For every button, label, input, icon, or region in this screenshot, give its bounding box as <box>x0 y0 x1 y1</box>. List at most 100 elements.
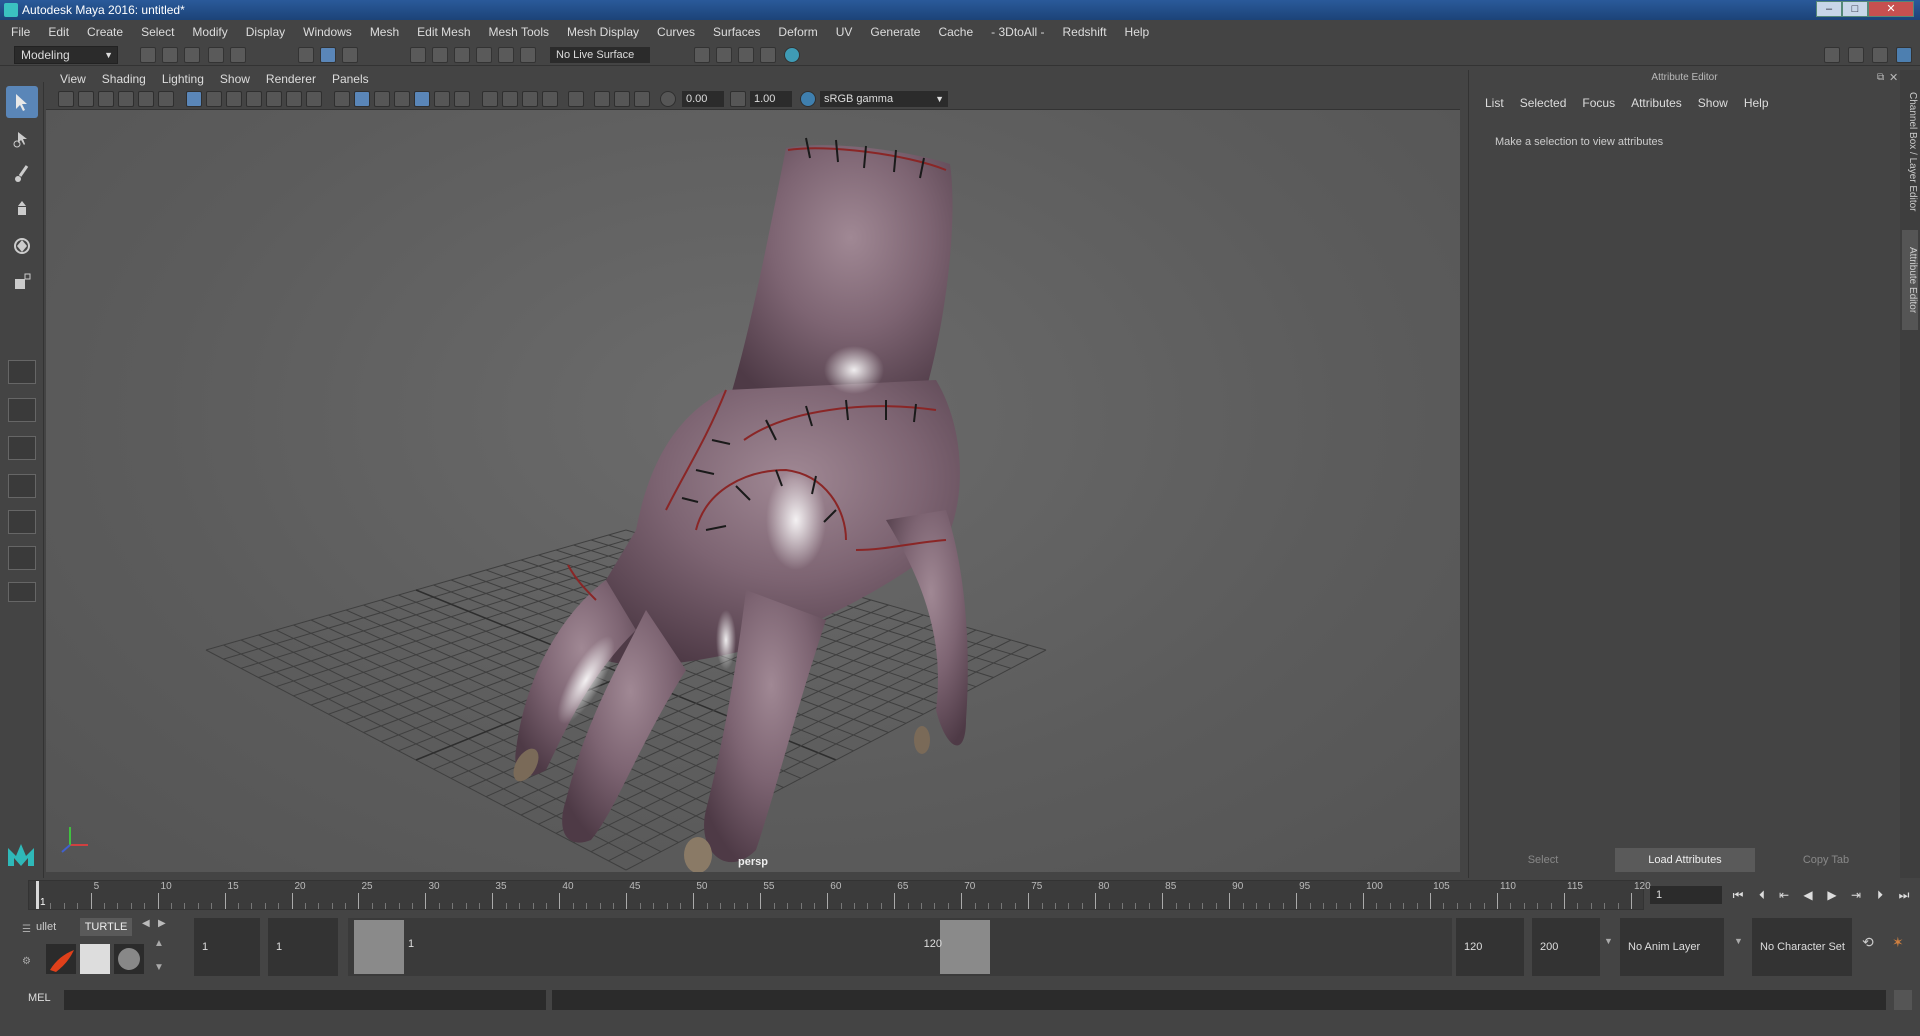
character-set-dropdown[interactable]: No Character Set <box>1752 918 1852 976</box>
menu-mesh-tools[interactable]: Mesh Tools <box>480 20 558 44</box>
vp-menu-shading[interactable]: Shading <box>94 70 154 88</box>
menu-file[interactable]: File <box>2 20 39 44</box>
wireframe-icon[interactable] <box>334 91 350 107</box>
playback-end-field[interactable]: 120 <box>1456 918 1524 976</box>
step-forward-key-icon[interactable]: ⇥ <box>1848 887 1864 903</box>
current-frame-field[interactable]: 1 <box>1650 886 1722 904</box>
select-object-icon[interactable] <box>320 47 336 63</box>
camera-select-icon[interactable] <box>58 91 74 107</box>
minimize-button[interactable]: – <box>1816 1 1842 17</box>
graph-layout-icon[interactable] <box>8 510 36 534</box>
safe-action-icon[interactable] <box>286 91 302 107</box>
vp-menu-panels[interactable]: Panels <box>324 70 377 88</box>
isolate-select-icon[interactable] <box>568 91 584 107</box>
ipr-render-icon[interactable] <box>738 47 754 63</box>
menu-windows[interactable]: Windows <box>294 20 361 44</box>
shelf-menu-icon[interactable]: ☰ <box>22 924 31 935</box>
menu-mesh-display[interactable]: Mesh Display <box>558 20 648 44</box>
outliner-layout-icon[interactable] <box>8 474 36 498</box>
ae-menu-help[interactable]: Help <box>1736 94 1777 112</box>
maximize-button[interactable]: □ <box>1842 1 1868 17</box>
render-frame-icon[interactable] <box>716 47 732 63</box>
menu-mesh[interactable]: Mesh <box>361 20 408 44</box>
film-gate-icon[interactable] <box>206 91 222 107</box>
bookmark-icon[interactable] <box>98 91 114 107</box>
four-view-layout-icon[interactable] <box>8 398 36 422</box>
redo-icon[interactable] <box>230 47 246 63</box>
new-scene-icon[interactable] <box>140 47 156 63</box>
shelf-tab-bullet[interactable]: ullet <box>36 918 76 936</box>
menu-generate[interactable]: Generate <box>861 20 929 44</box>
playback-start-field[interactable]: 1 <box>268 918 338 976</box>
shelf-scroll-up-icon[interactable]: ▲ <box>154 938 164 949</box>
ae-menu-show[interactable]: Show <box>1690 94 1736 112</box>
tool-settings-toggle-icon[interactable] <box>1872 47 1888 63</box>
render-view-icon[interactable] <box>694 47 710 63</box>
animation-prefs-icon[interactable]: ✶ <box>1892 934 1904 951</box>
command-input[interactable] <box>64 990 546 1010</box>
xray-icon[interactable] <box>594 91 610 107</box>
undo-icon[interactable] <box>208 47 224 63</box>
snap-curve-icon[interactable] <box>432 47 448 63</box>
gamma-icon[interactable] <box>730 91 746 107</box>
auto-key-icon[interactable]: ⟲ <box>1862 934 1874 951</box>
play-backwards-icon[interactable]: ◀ <box>1800 887 1816 903</box>
menu-edit-mesh[interactable]: Edit Mesh <box>408 20 479 44</box>
script-editor-icon[interactable] <box>1894 990 1912 1010</box>
snap-grid-icon[interactable] <box>410 47 426 63</box>
tab-channel-box[interactable]: Channel Box / Layer Editor <box>1902 82 1918 222</box>
range-end-handle[interactable] <box>940 920 990 974</box>
ae-menu-selected[interactable]: Selected <box>1512 94 1575 112</box>
menu-uv[interactable]: UV <box>827 20 862 44</box>
select-tool[interactable] <box>6 86 38 118</box>
safe-title-icon[interactable] <box>306 91 322 107</box>
move-tool[interactable] <box>6 194 38 226</box>
time-ruler[interactable]: 1 5 10 15 20 25 30 35 40 45 50 55 60 65 70 75 80 85 90 95 10… <box>28 880 1651 910</box>
hypershade-icon[interactable] <box>784 47 800 63</box>
depth-of-field-icon[interactable] <box>542 91 558 107</box>
vp-menu-renderer[interactable]: Renderer <box>258 70 324 88</box>
channel-box-toggle-icon[interactable] <box>1848 47 1864 63</box>
wireframe-on-shaded-icon[interactable] <box>394 91 410 107</box>
close-button[interactable]: ✕ <box>1868 1 1914 17</box>
play-forwards-icon[interactable]: ▶ <box>1824 887 1840 903</box>
animation-start-field[interactable]: 1 <box>194 918 260 976</box>
two-view-layout-icon[interactable] <box>8 436 36 460</box>
menu-select[interactable]: Select <box>132 20 183 44</box>
grease-pencil-icon[interactable] <box>158 91 174 107</box>
anim-layer-dropdown[interactable]: No Anim Layer <box>1620 918 1724 976</box>
vp-menu-show[interactable]: Show <box>212 70 258 88</box>
screen-space-ao-icon[interactable] <box>482 91 498 107</box>
vp-menu-view[interactable]: View <box>52 70 94 88</box>
menu-display[interactable]: Display <box>237 20 294 44</box>
command-language-label[interactable]: MEL <box>28 992 51 1004</box>
smooth-shade-icon[interactable] <box>354 91 370 107</box>
ae-menu-attributes[interactable]: Attributes <box>1623 94 1690 112</box>
go-to-end-icon[interactable]: ⏭ <box>1896 887 1912 903</box>
2d-pan-icon[interactable] <box>138 91 154 107</box>
menu-deform[interactable]: Deform <box>769 20 826 44</box>
view-transform-dropdown[interactable]: sRGB gamma ▼ <box>820 91 948 107</box>
resolution-gate-icon[interactable] <box>226 91 242 107</box>
lasso-tool[interactable] <box>6 122 38 154</box>
motion-blur-icon[interactable] <box>502 91 518 107</box>
chevron-down-icon[interactable]: ▼ <box>1734 936 1743 946</box>
multisample-aa-icon[interactable] <box>522 91 538 107</box>
select-component-icon[interactable] <box>342 47 358 63</box>
xray-active-icon[interactable] <box>614 91 630 107</box>
range-start-handle[interactable] <box>354 920 404 974</box>
select-button[interactable]: Select <box>1475 848 1611 872</box>
exposure-icon[interactable] <box>660 91 676 107</box>
open-scene-icon[interactable] <box>162 47 178 63</box>
use-all-lights-icon[interactable] <box>434 91 450 107</box>
shelf-settings-icon[interactable]: ⚙ <box>22 956 31 967</box>
time-slider[interactable]: 1 5 10 15 20 25 30 35 40 45 50 55 60 65 70 75 80 85 90 95 10… <box>0 878 1920 914</box>
step-forward-frame-icon[interactable]: ⏵ <box>1872 887 1888 903</box>
grid-toggle-icon[interactable] <box>186 91 202 107</box>
shadows-icon[interactable] <box>454 91 470 107</box>
animation-end-field[interactable]: 200 <box>1532 918 1600 976</box>
layout-collapse-icon[interactable] <box>8 582 36 602</box>
modeling-toolkit-icon[interactable] <box>1824 47 1840 63</box>
go-to-start-icon[interactable]: ⏮ <box>1730 887 1746 903</box>
make-live-icon[interactable] <box>520 47 536 63</box>
